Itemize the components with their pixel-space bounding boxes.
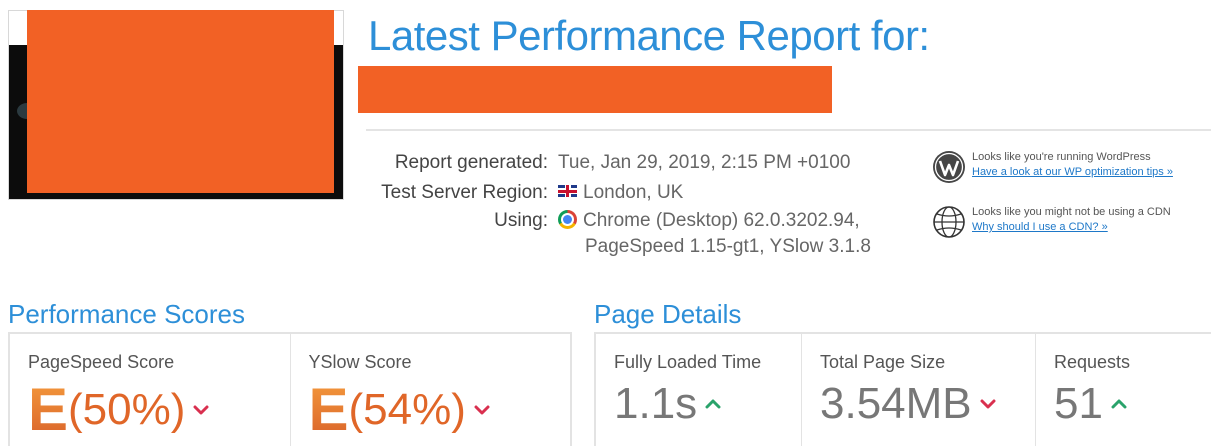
using-value-wrap: Chrome (Desktop) 62.0.3202.94, (558, 210, 860, 232)
wordpress-notice-text: Looks like you're running WordPress (972, 151, 1151, 163)
yslow-grade: E (308, 376, 349, 443)
uk-flag-icon (558, 185, 577, 197)
pagespeed-grade: E (28, 376, 68, 443)
cdn-notice-text: Looks like you might not be using a CDN (972, 206, 1171, 218)
requests-value: 51 (1054, 379, 1103, 428)
redacted-thumbnail-block (27, 10, 334, 193)
page-title: Latest Performance Report for: (368, 12, 930, 59)
server-region-value-wrap: London, UK (558, 182, 683, 204)
server-region-value: London, UK (583, 182, 684, 203)
wp-optimization-tips-link[interactable]: Have a look at our WP optimization tips … (972, 166, 1173, 178)
fully-loaded-cell: Fully Loaded Time 1.1s (596, 334, 802, 446)
trend-down-icon (474, 405, 490, 415)
globe-icon (933, 206, 965, 238)
why-use-cdn-link[interactable]: Why should I use a CDN? » (972, 221, 1108, 233)
page-size-value: 3.54MB (820, 379, 972, 428)
wordpress-icon (933, 151, 965, 183)
redacted-url-block (358, 66, 832, 113)
page-details-title: Page Details (594, 299, 742, 329)
trend-up-icon (1111, 399, 1127, 409)
using-value-line1: Chrome (Desktop) 62.0.3202.94, (583, 210, 860, 231)
requests-cell: Requests 51 (1036, 334, 1211, 446)
page-size-cell: Total Page Size 3.54MB (802, 334, 1036, 446)
yslow-score-cell: YSlow Score E (54%) (291, 334, 571, 446)
fully-loaded-value: 1.1s (614, 379, 698, 428)
pagespeed-score-label: PageSpeed Score (28, 352, 175, 372)
using-value-line2: PageSpeed 1.15-gt1, YSlow 3.1.8 (585, 236, 871, 257)
trend-down-icon (980, 399, 996, 409)
fully-loaded-label: Fully Loaded Time (614, 352, 762, 372)
yslow-percent: (54%) (348, 385, 466, 434)
trend-up-icon (705, 399, 721, 409)
requests-label: Requests (1054, 352, 1131, 372)
using-label: Using: (494, 210, 548, 231)
report-generated-value: Tue, Jan 29, 2019, 2:15 PM +0100 (558, 152, 851, 173)
wordpress-notice: Looks like you're running WordPress Have… (932, 150, 1173, 184)
header-divider (366, 129, 1211, 131)
server-region-label: Test Server Region: (381, 182, 548, 203)
chrome-icon (558, 210, 577, 229)
report-generated-label: Report generated: (394, 152, 548, 173)
performance-scores-title: Performance Scores (8, 299, 245, 329)
yslow-score-label: YSlow Score (308, 352, 412, 372)
pagespeed-score-cell: PageSpeed Score E (50%) (10, 334, 291, 446)
page-details-panel: Fully Loaded Time 1.1s Total Page Size 3… (594, 332, 1211, 446)
pagespeed-percent: (50%) (68, 385, 186, 434)
cdn-notice: Looks like you might not be using a CDN … (932, 205, 1171, 239)
page-size-label: Total Page Size (820, 352, 946, 372)
performance-scores-panel: PageSpeed Score E (50%) YSlow Score E (5… (8, 332, 572, 446)
trend-down-icon (193, 405, 209, 415)
